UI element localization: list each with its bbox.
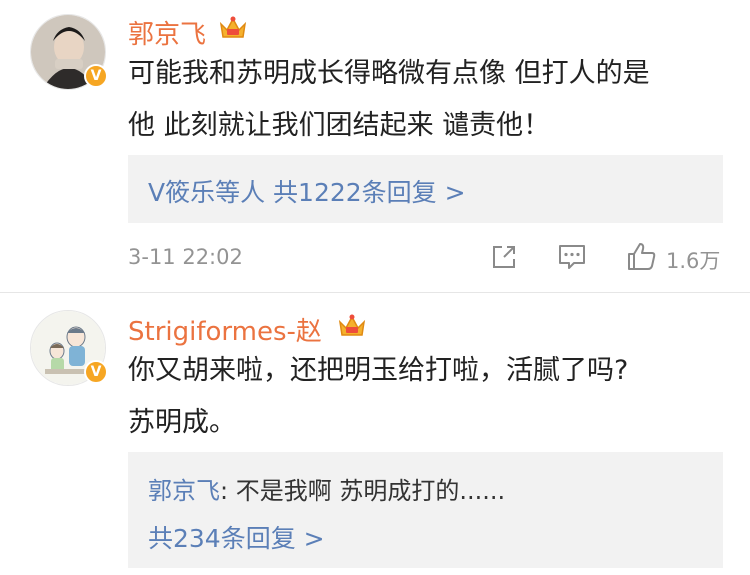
avatar[interactable]: V [30, 14, 108, 90]
reply-text: : 不是我啊 苏明成打的...... [220, 477, 506, 505]
username[interactable]: 郭京飞 [128, 14, 206, 51]
comment-divider [0, 292, 750, 293]
crown-badge-icon [219, 16, 247, 38]
avatar[interactable]: V [30, 310, 108, 386]
verified-badge-icon: V [84, 64, 108, 88]
comment-text-line: 苏明成。 [128, 407, 236, 438]
reply-count-link[interactable]: 共234条回复 > [148, 519, 325, 555]
username[interactable]: Strigiformes-赵 [128, 311, 322, 348]
like-count: 1.6万 [666, 249, 721, 273]
crown-badge-icon [338, 314, 366, 336]
comment-icon[interactable] [557, 243, 587, 271]
comment-text: 可能我和苏明成长得略微有点像 但打人的是 他 此刻就让我们团结起来 谴责他！ [128, 48, 738, 152]
timestamp: 3-11 22:02 [128, 245, 243, 269]
comment-text: 你又胡来啦，还把明玉给打啦，活腻了吗? 苏明成。 [128, 345, 738, 449]
comment-text-line: 可能我和苏明成长得略微有点像 但打人的是 [128, 58, 650, 89]
verified-badge-icon: V [84, 360, 108, 384]
reply-summary-box[interactable]: V筱乐等人 共1222条回复 > [128, 155, 723, 223]
reply-preview[interactable]: 郭京飞: 不是我啊 苏明成打的...... [148, 471, 505, 506]
reply-summary-link[interactable]: V筱乐等人 共1222条回复 > [148, 173, 466, 209]
share-icon[interactable] [490, 243, 518, 271]
comment-text-line: 你又胡来啦，还把明玉给打啦，活腻了吗? [128, 355, 629, 386]
comment-text-line: 他 此刻就让我们团结起来 谴责他！ [128, 110, 551, 141]
reply-author[interactable]: 郭京飞 [148, 477, 220, 505]
like-icon[interactable] [626, 240, 658, 272]
reply-box[interactable]: 郭京飞: 不是我啊 苏明成打的...... 共234条回复 > [128, 452, 723, 568]
